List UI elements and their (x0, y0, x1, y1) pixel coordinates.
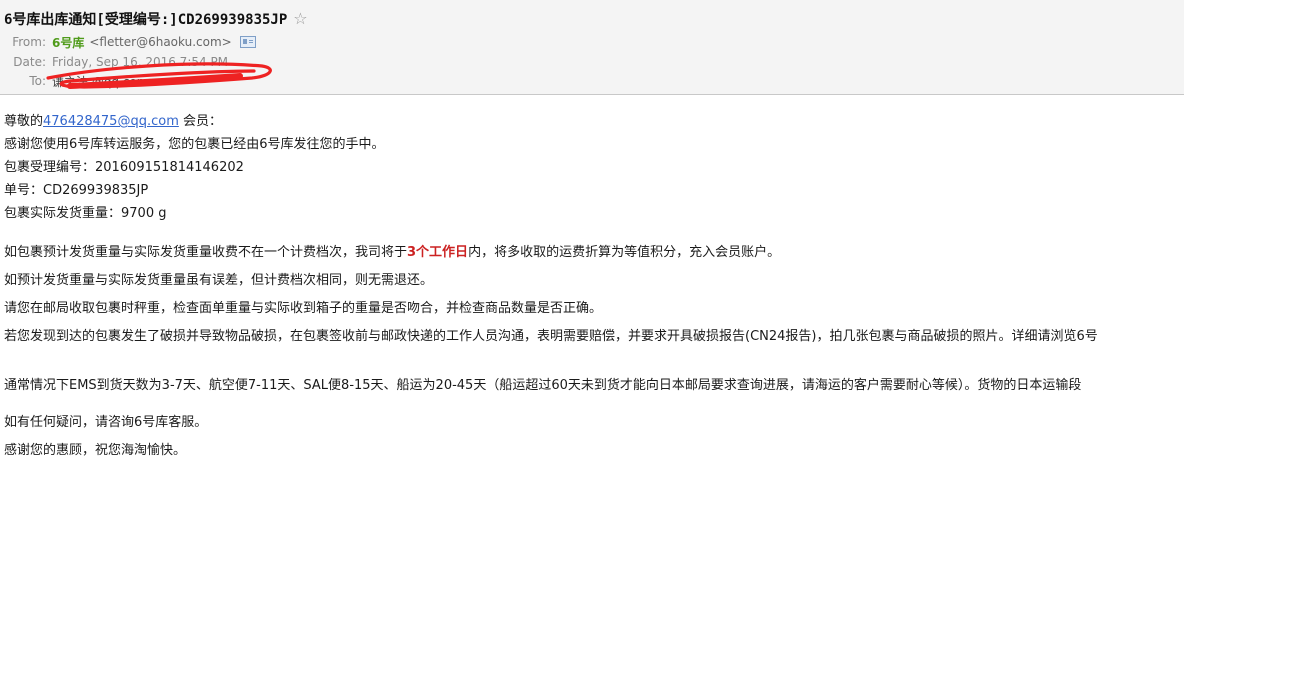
from-row: From: 6号库 <fletter@6haoku.com> (0, 33, 256, 51)
refund-policy-prefix: 如包裹预计发货重量与实际发货重量收费不在一个计费档次，我司将于 (4, 245, 408, 260)
star-icon[interactable]: ☆ (293, 11, 307, 27)
tracking-line: 单号：CD269939835JP (4, 183, 149, 198)
sender-email[interactable]: <fletter@6haoku.com> (89, 35, 231, 49)
to-row: To: 谦之法 @qq.com> (0, 72, 159, 90)
date-value: Friday, Sep 16, 2016 7:54 PM (52, 55, 229, 69)
no-refund-line: 如预计发货重量与实际发货重量虽有误差，但计费档次相同，则无需退还。 (4, 273, 434, 288)
refund-policy-line: 如包裹预计发货重量与实际发货重量收费不在一个计费档次，我司将于3个工作日内，将多… (4, 238, 1184, 267)
refund-days-highlight: 3个工作日 (407, 245, 469, 260)
date-label: Date: (13, 55, 46, 69)
address-card-icon[interactable] (239, 36, 256, 48)
weight-line: 包裹实际发货重量：9700 g (4, 206, 167, 221)
refund-policy-suffix: 内，将多收取的运费折算为等值积分，充入会员账户。 (468, 245, 781, 260)
recipient-value[interactable]: 谦之法 @qq.com> (52, 73, 159, 90)
greeting-line: 尊敬的476428475@qq.com 会员： (4, 110, 1184, 133)
member-email-link[interactable]: 476428475@qq.com (43, 114, 179, 129)
from-label: From: (12, 35, 46, 49)
email-subject: 6号库出库通知[受理编号:]CD269939835JP (4, 12, 288, 28)
email-body: 尊敬的476428475@qq.com 会员： 感谢您使用6号库转运服务，您的包… (4, 110, 1184, 465)
email-header: 6号库出库通知[受理编号:]CD269939835JP ☆ From: 6号库 … (0, 0, 1184, 95)
contact-line: 如有任何疑问，请咨询6号库客服。 (4, 415, 208, 430)
date-row: Date: Friday, Sep 16, 2016 7:54 PM (0, 53, 228, 71)
thanks-line: 感谢您使用6号库转运服务，您的包裹已经由6号库发往您的手中。 (4, 137, 385, 152)
package-id-line: 包裹受理编号：201609151814146202 (4, 160, 244, 175)
sender-name[interactable]: 6号库 (52, 34, 84, 51)
subject-row: 6号库出库通知[受理编号:]CD269939835JP ☆ (4, 8, 308, 30)
weigh-check-line: 请您在邮局收取包裹时秤重，检查面单重量与实际收到箱子的重量是否吻合，并检查商品数… (4, 301, 603, 316)
greeting-prefix: 尊敬的 (4, 114, 44, 129)
damage-report-line: 若您发现到达的包裹发生了破损并导致物品破损，在包裹签收前与邮政快递的工作人员沟通… (4, 329, 1098, 344)
to-label: To: (29, 74, 46, 88)
delivery-time-line: 通常情况下EMS到货天数为3-7天、航空便7-11天、SAL便8-15天、船运为… (4, 378, 1082, 393)
closing-line: 感谢您的惠顾，祝您海淘愉快。 (4, 443, 187, 458)
greeting-suffix: 会员： (178, 114, 222, 129)
